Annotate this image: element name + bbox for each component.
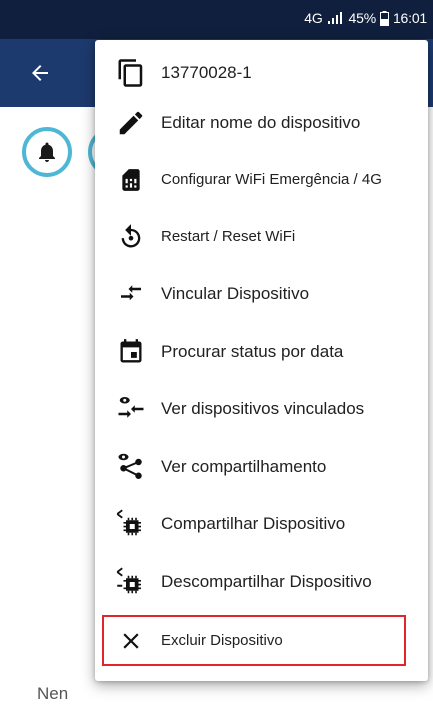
alarm-button[interactable] <box>22 127 72 177</box>
share-chip-icon <box>113 506 149 542</box>
menu-item-label: Configurar WiFi Emergência / 4G <box>161 171 382 188</box>
background-partial-text: Nen <box>37 684 69 703</box>
clock: 16:01 <box>392 10 427 26</box>
menu-item-restart-wifi[interactable]: Restart / Reset WiFi <box>95 208 428 265</box>
edit-pencil-icon <box>113 105 149 141</box>
linked-devices-icon <box>113 391 149 427</box>
menu-item-edit-name[interactable]: Editar nome do dispositivo <box>95 94 428 151</box>
menu-item-view-sharing[interactable]: Ver compartilhamento <box>95 438 428 495</box>
copy-icon <box>113 55 149 91</box>
menu-item-share-device[interactable]: Compartilhar Dispositivo <box>95 495 428 552</box>
link-arrows-icon <box>113 276 149 312</box>
menu-item-status-by-date[interactable]: Procurar status por data <box>95 323 428 380</box>
restart-icon <box>113 219 149 255</box>
battery-icon <box>379 10 389 26</box>
battery-percent: 45% <box>348 10 377 26</box>
bell-icon <box>39 142 55 162</box>
menu-item-label: Ver dispositivos vinculados <box>161 398 365 418</box>
menu-item-link-device[interactable]: Vincular Dispositivo <box>95 265 428 322</box>
sim-card-icon <box>113 162 149 198</box>
unshare-chip-icon <box>113 564 149 600</box>
delete-highlight-box <box>102 615 406 666</box>
status-indicators: 4G 45% 16:01 <box>304 10 427 26</box>
calendar-icon <box>113 334 149 370</box>
menu-item-view-linked[interactable]: Ver dispositivos vinculados <box>95 380 428 437</box>
network-type: 4G <box>304 10 323 26</box>
signal-icon <box>327 12 342 24</box>
menu-item-unshare-device[interactable]: Descompartilhar Dispositivo <box>95 553 428 610</box>
menu-item-label: Compartilhar Dispositivo <box>161 513 346 533</box>
menu-item-label: Procurar status por data <box>161 341 344 361</box>
share-view-icon <box>113 449 149 485</box>
menu-item-label: Vincular Dispositivo <box>161 283 310 303</box>
back-arrow-icon[interactable] <box>28 61 52 85</box>
menu-item-label: Descompartilhar Dispositivo <box>161 571 372 591</box>
menu-item-label: Restart / Reset WiFi <box>161 228 296 245</box>
menu-item-device-id[interactable]: 13770028-1 <box>95 44 428 101</box>
menu-item-configure-wifi[interactable]: Configurar WiFi Emergência / 4G <box>95 151 428 208</box>
menu-item-label: Ver compartilhamento <box>161 456 327 476</box>
menu-item-label: 13770028-1 <box>161 62 252 82</box>
menu-item-label: Editar nome do dispositivo <box>161 112 361 132</box>
overflow-menu: 13770028-1 Editar nome do dispositivo Co… <box>95 40 428 681</box>
status-bar: 4G 45% 16:01 <box>0 0 433 39</box>
